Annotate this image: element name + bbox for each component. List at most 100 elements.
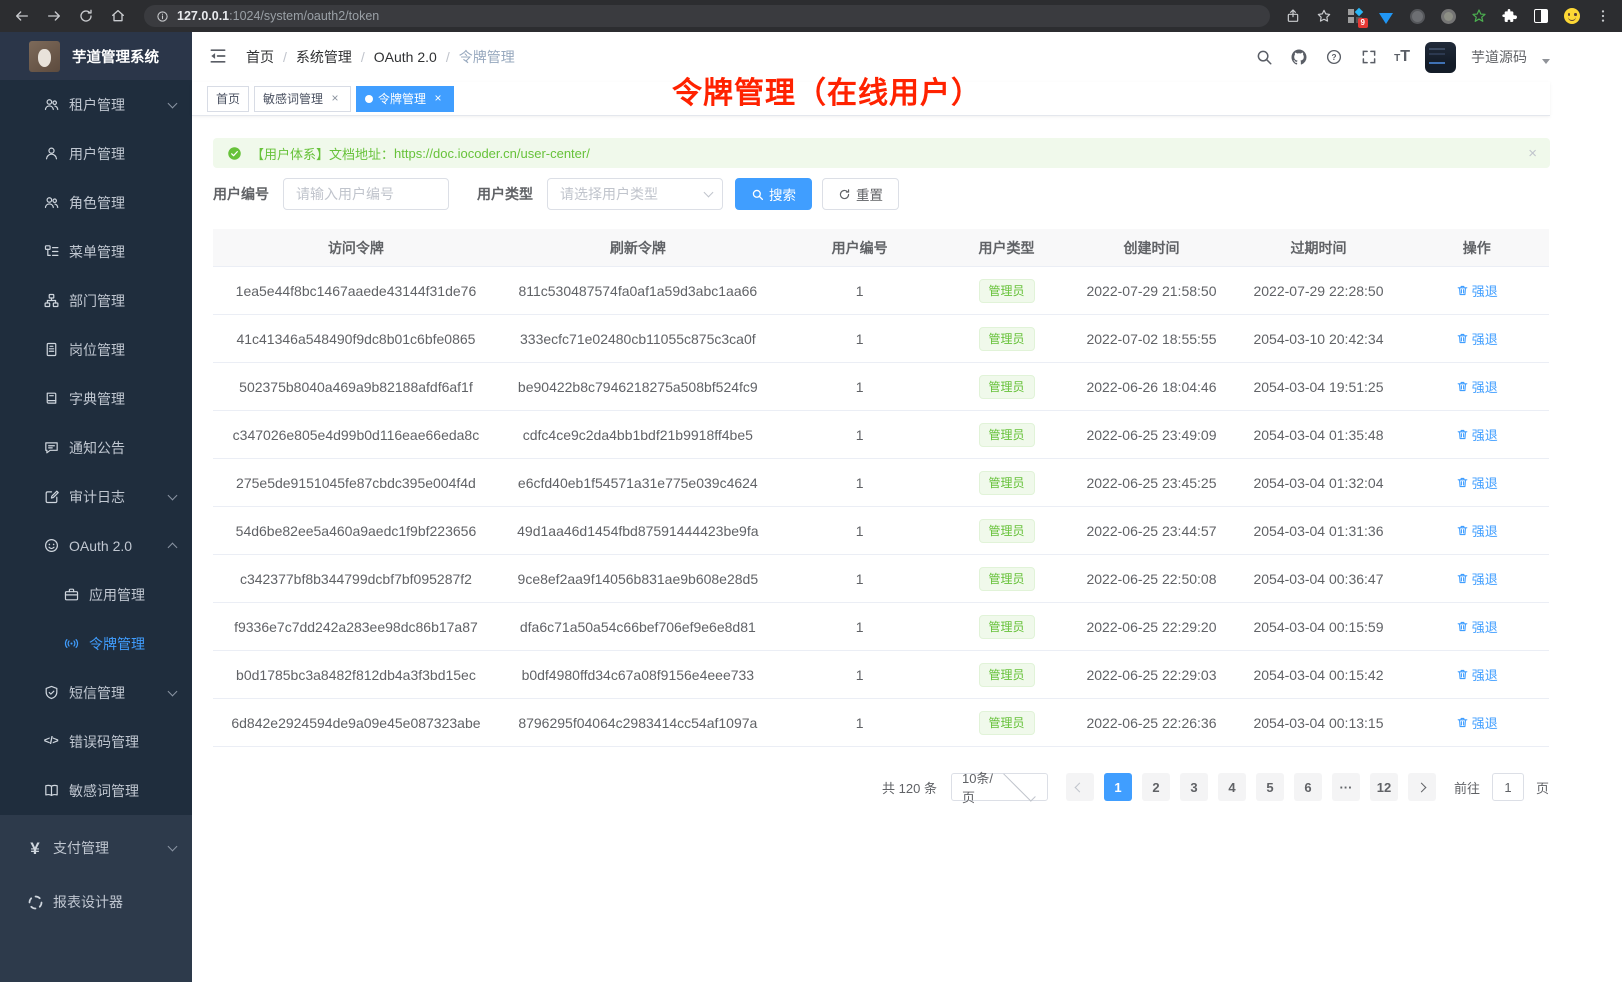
site-info-icon[interactable] [156, 10, 169, 23]
sidebar-item-dept[interactable]: 部门管理 [0, 276, 192, 325]
url-path: :1024/system/oauth2/token [229, 9, 379, 23]
sidebar-item-oauth[interactable]: OAuth 2.0 [0, 521, 192, 570]
tab-home[interactable]: 首页 [207, 86, 249, 112]
close-icon[interactable]: × [431, 92, 445, 106]
page-ellipsis-button[interactable]: ··· [1332, 773, 1360, 801]
browser-chrome: 127.0.0.1:1024/system/oauth2/token 9 [0, 0, 1622, 32]
emoji-extension-icon[interactable] [1563, 7, 1581, 25]
page-button-4[interactable]: 4 [1218, 773, 1246, 801]
force-logout-button[interactable]: 强退 [1456, 713, 1498, 732]
page-button-6[interactable]: 6 [1294, 773, 1322, 801]
dark-circle-extension-icon[interactable] [1408, 7, 1426, 25]
alert-doc-link[interactable]: https://doc.iocoder.cn/user-center/ [394, 146, 590, 161]
force-logout-button[interactable]: 强退 [1456, 569, 1498, 588]
force-logout-button[interactable]: 强退 [1456, 281, 1498, 300]
sidebar-item-pay[interactable]: ¥支付管理 [0, 821, 192, 875]
extension-grid-icon[interactable]: 9 [1346, 7, 1364, 25]
sidebar-item-audit-log[interactable]: 审计日志 [0, 472, 192, 521]
split-view-icon[interactable] [1532, 7, 1550, 25]
sidebar-item-menu[interactable]: 菜单管理 [0, 227, 192, 276]
screen: 127.0.0.1:1024/system/oauth2/token 9 芋道管… [0, 0, 1622, 982]
search-icon[interactable] [1254, 47, 1274, 67]
created-time-cell: 2022-07-02 18:55:55 [1071, 331, 1233, 347]
sidebar-item-sensitive-word[interactable]: 敏感词管理 [0, 766, 192, 815]
trash-icon [1456, 572, 1469, 585]
next-page-button[interactable] [1408, 773, 1436, 801]
tab-token[interactable]: 令牌管理× [356, 86, 454, 112]
user-avatar[interactable] [1425, 42, 1456, 73]
force-logout-button[interactable]: 强退 [1456, 617, 1498, 636]
page-button-12[interactable]: 12 [1370, 773, 1398, 801]
user-type-badge: 管理员 [979, 375, 1035, 399]
alert-close-icon[interactable]: × [1528, 146, 1537, 161]
browser-reload-icon[interactable] [74, 4, 98, 28]
sidebar-item-sms[interactable]: 短信管理 [0, 668, 192, 717]
sidebar-item-oauth-app[interactable]: 应用管理 [0, 570, 192, 619]
share-icon[interactable] [1284, 7, 1302, 25]
sidebar-item-dict[interactable]: 字典管理 [0, 374, 192, 423]
page-size-select[interactable]: 10条/页 [951, 773, 1048, 801]
bookmark-star-icon[interactable] [1315, 7, 1333, 25]
gray-circle-extension-icon[interactable] [1439, 7, 1457, 25]
user-type-select[interactable]: 请选择用户类型 [547, 178, 723, 210]
page-button-1[interactable]: 1 [1104, 773, 1132, 801]
page-button-2[interactable]: 2 [1142, 773, 1170, 801]
refresh-token-cell: be90422b8c7946218275a508bf524fc9 [499, 379, 777, 395]
expire-time-cell: 2054-03-10 20:42:34 [1232, 331, 1404, 347]
sidebar-item-post[interactable]: 岗位管理 [0, 325, 192, 374]
sidebar-fold-icon[interactable] [208, 46, 230, 68]
user-id-cell: 1 [777, 667, 943, 683]
browser-back-icon[interactable] [10, 4, 34, 28]
goto-page-input[interactable] [1492, 773, 1524, 801]
force-logout-button[interactable]: 强退 [1456, 521, 1498, 540]
sidebar-item-error-code[interactable]: </>错误码管理 [0, 717, 192, 766]
gem-extension-icon[interactable] [1377, 7, 1395, 25]
user-name[interactable]: 芋道源码 [1471, 47, 1527, 67]
puzzle-extension-icon[interactable] [1501, 7, 1519, 25]
sidebar-item-role[interactable]: 角色管理 [0, 178, 192, 227]
browser-home-icon[interactable] [106, 4, 130, 28]
help-icon[interactable]: ? [1324, 47, 1344, 67]
github-icon[interactable] [1289, 47, 1309, 67]
table-row: 275e5de9151045fe87cbdc395e004f4d e6cfd40… [213, 459, 1549, 507]
user-id-label: 用户编号 [213, 184, 269, 204]
page-button-5[interactable]: 5 [1256, 773, 1284, 801]
force-logout-button[interactable]: 强退 [1456, 665, 1498, 684]
sidebar-item-tenant[interactable]: 租户管理 [0, 80, 192, 129]
actions-cell: 强退 [1405, 329, 1549, 348]
sidebar-item-notice[interactable]: 通知公告 [0, 423, 192, 472]
chevron-down-icon [168, 686, 178, 696]
user-type-badge: 管理员 [979, 567, 1035, 591]
breadcrumb-system[interactable]: 系统管理 [296, 47, 352, 67]
font-size-icon[interactable]: TT [1394, 49, 1410, 65]
url-bar[interactable]: 127.0.0.1:1024/system/oauth2/token [144, 5, 1270, 27]
sidebar-item-report-designer[interactable]: 报表设计器 [0, 875, 192, 929]
user-id-input[interactable] [283, 178, 449, 210]
chevron-right-icon [1417, 782, 1427, 792]
force-logout-button[interactable]: 强退 [1456, 425, 1498, 444]
tab-sensitive-word[interactable]: 敏感词管理× [254, 86, 351, 112]
browser-forward-icon[interactable] [42, 4, 66, 28]
green-star-extension-icon[interactable] [1470, 7, 1488, 25]
page-button-3[interactable]: 3 [1180, 773, 1208, 801]
goto-label: 前往 [1454, 778, 1480, 797]
user-type-badge: 管理员 [979, 663, 1035, 687]
force-logout-button[interactable]: 强退 [1456, 473, 1498, 492]
caret-down-icon[interactable] [1542, 59, 1550, 64]
browser-menu-icon[interactable] [1594, 7, 1612, 25]
search-button[interactable]: 搜索 [735, 178, 812, 210]
user-type-cell: 管理员 [942, 663, 1070, 687]
force-logout-button[interactable]: 强退 [1456, 377, 1498, 396]
sidebar-bottom-section: ¥支付管理 报表设计器 [0, 815, 192, 982]
fullscreen-icon[interactable] [1359, 47, 1379, 67]
user-type-cell: 管理员 [942, 567, 1070, 591]
force-logout-button[interactable]: 强退 [1456, 329, 1498, 348]
breadcrumb-home[interactable]: 首页 [246, 47, 274, 67]
reset-button[interactable]: 重置 [822, 178, 899, 210]
chevron-down-icon [1003, 769, 1036, 802]
sidebar-item-user[interactable]: 用户管理 [0, 129, 192, 178]
close-icon[interactable]: × [328, 92, 342, 106]
prev-page-button[interactable] [1066, 773, 1094, 801]
sidebar-item-oauth-token[interactable]: 令牌管理 [0, 619, 192, 668]
breadcrumb-oauth[interactable]: OAuth 2.0 [374, 49, 437, 65]
